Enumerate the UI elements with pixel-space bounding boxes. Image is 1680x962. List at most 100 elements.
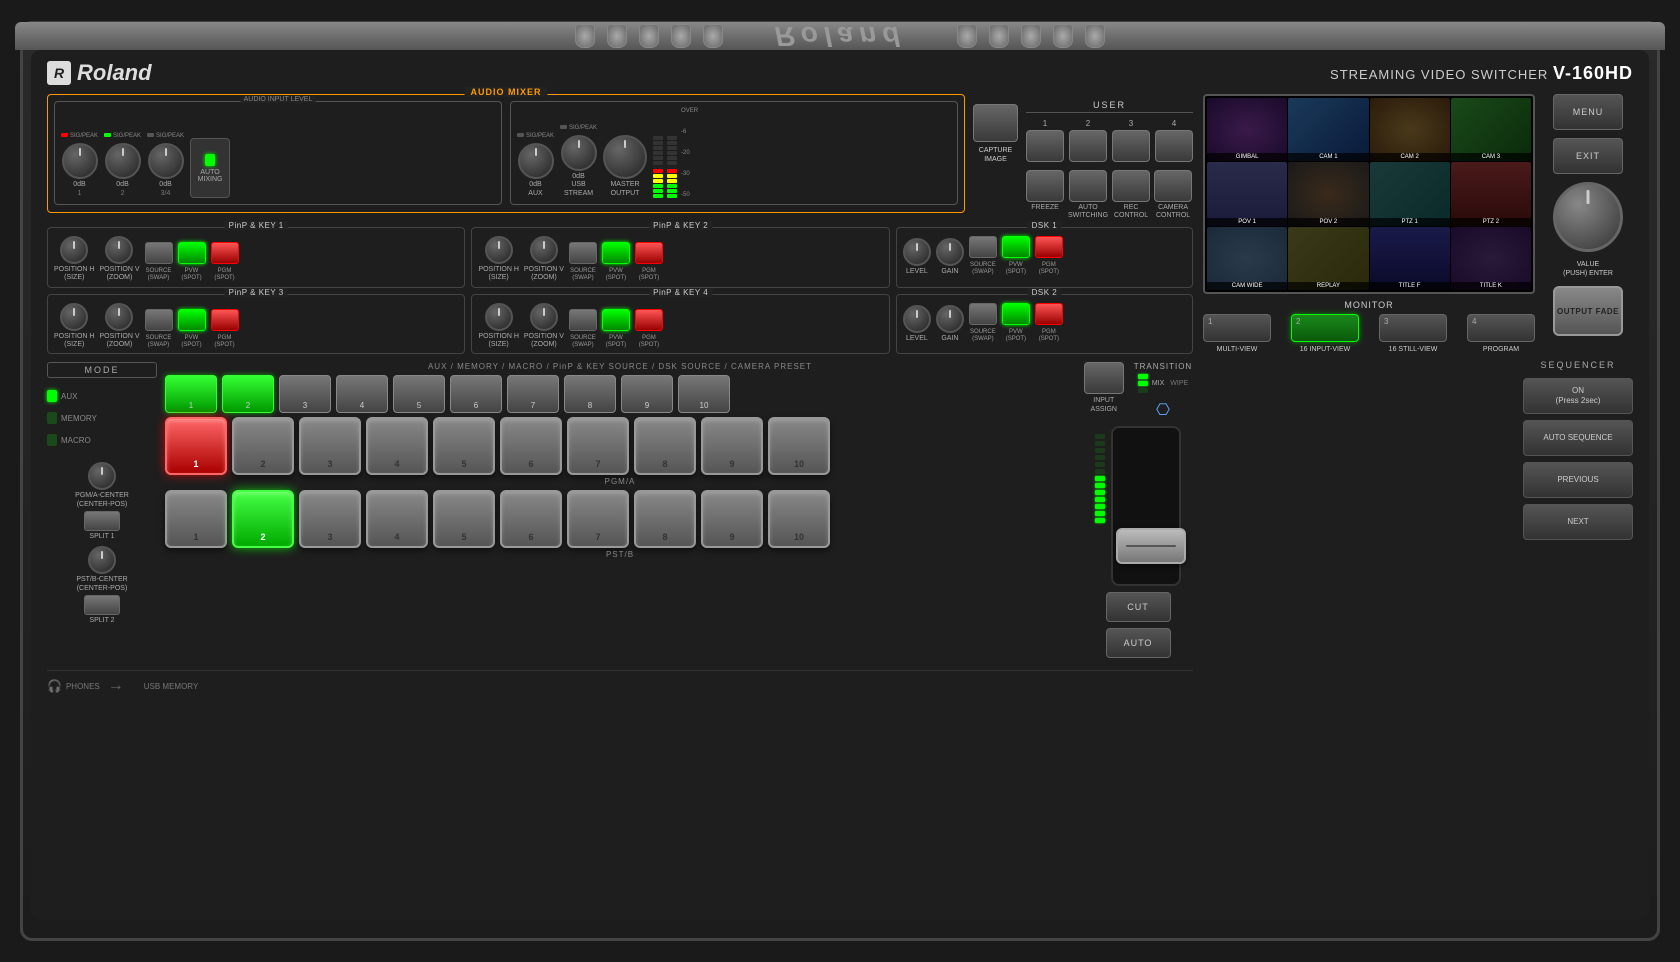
pinp1-source-button[interactable] xyxy=(145,242,173,264)
pgma-btn-4[interactable]: 4 xyxy=(366,417,428,475)
pgma-btn-6[interactable]: 6 xyxy=(500,417,562,475)
usb-stream-knob[interactable] xyxy=(561,135,597,171)
auto-switching-button[interactable] xyxy=(1069,170,1107,202)
pstb-btn-9[interactable]: 9 xyxy=(701,490,763,548)
pstb-btn-8[interactable]: 8 xyxy=(634,490,696,548)
pinp4-pgm-button[interactable] xyxy=(635,309,663,331)
pinp4-position-v-knob[interactable] xyxy=(530,303,558,331)
pstb-btn-3[interactable]: 3 xyxy=(299,490,361,548)
channel-2-knob[interactable] xyxy=(105,143,141,179)
pgma-btn-9[interactable]: 9 xyxy=(701,417,763,475)
pinp1-pvw-button[interactable] xyxy=(178,242,206,264)
previous-button[interactable]: PREVIOUS xyxy=(1523,462,1633,498)
pstb-center-knob[interactable] xyxy=(88,546,116,574)
dsk2-gain-knob[interactable] xyxy=(936,305,964,333)
matrix-btn-aux-7[interactable]: 7 xyxy=(507,375,559,413)
monitor-button-3[interactable]: 3 xyxy=(1379,314,1447,342)
matrix-btn-aux-2[interactable]: 2 xyxy=(222,375,274,413)
pinp1-position-v-knob[interactable] xyxy=(105,236,133,264)
aux-knob[interactable] xyxy=(518,143,554,179)
pgma-btn-3[interactable]: 3 xyxy=(299,417,361,475)
matrix-btn-aux-8[interactable]: 8 xyxy=(564,375,616,413)
pstb-btn-10[interactable]: 10 xyxy=(768,490,830,548)
pinp2-pvw-button[interactable] xyxy=(602,242,630,264)
pinp3-pvw-button[interactable] xyxy=(178,309,206,331)
dsk2-pgm-button[interactable] xyxy=(1035,303,1063,325)
pgma-btn-7[interactable]: 7 xyxy=(567,417,629,475)
dsk1-pvw-button[interactable] xyxy=(1002,236,1030,258)
dsk1-pgm-button[interactable] xyxy=(1035,236,1063,258)
matrix-btn-aux-9[interactable]: 9 xyxy=(621,375,673,413)
menu-button[interactable]: MENU xyxy=(1553,94,1623,130)
pstb-btn-4[interactable]: 4 xyxy=(366,490,428,548)
pstb-btn-6[interactable]: 6 xyxy=(500,490,562,548)
matrix-btn-aux-10[interactable]: 10 xyxy=(678,375,730,413)
exit-button[interactable]: EXIT xyxy=(1553,138,1623,174)
user-button-1[interactable] xyxy=(1026,130,1064,162)
channel-34-knob[interactable] xyxy=(148,143,184,179)
pgma-center-knob[interactable] xyxy=(88,462,116,490)
camera-control-button[interactable] xyxy=(1154,170,1192,202)
dsk2-source-button[interactable] xyxy=(969,303,997,325)
pinp4-source-button[interactable] xyxy=(569,309,597,331)
split-2-button[interactable] xyxy=(84,595,120,615)
pinp2-position-h-knob[interactable] xyxy=(485,236,513,264)
pgma-btn-1[interactable]: 1 xyxy=(165,417,227,475)
dsk2-level-knob[interactable] xyxy=(903,305,931,333)
channel-1-knob[interactable] xyxy=(62,143,98,179)
matrix-btn-aux-1[interactable]: 1 xyxy=(165,375,217,413)
pinp2-pgm-button[interactable] xyxy=(635,242,663,264)
tbar-fader[interactable] xyxy=(1111,426,1181,586)
dsk-2: DSK 2 LEVEL GAIN xyxy=(896,294,1193,355)
monitor-button-2[interactable]: 2 xyxy=(1291,314,1359,342)
dsk1-gain-knob[interactable] xyxy=(936,238,964,266)
matrix-btn-aux-4[interactable]: 4 xyxy=(336,375,388,413)
pgma-btn-10[interactable]: 10 xyxy=(768,417,830,475)
pinp2-source-button[interactable] xyxy=(569,242,597,264)
pstb-btn-1[interactable]: 1 xyxy=(165,490,227,548)
pinp4-pvw-button[interactable] xyxy=(602,309,630,331)
auto-sequence-button[interactable]: AUTO SEQUENCE xyxy=(1523,420,1633,456)
capture-image-button[interactable] xyxy=(973,104,1018,142)
split-1-button[interactable] xyxy=(84,511,120,531)
matrix-btn-aux-3[interactable]: 3 xyxy=(279,375,331,413)
pinp1-position-h-knob[interactable] xyxy=(60,236,88,264)
pgma-btn-5[interactable]: 5 xyxy=(433,417,495,475)
vu-seg xyxy=(667,156,677,160)
rec-control-button[interactable] xyxy=(1112,170,1150,202)
value-knob[interactable] xyxy=(1553,182,1623,252)
pinp3-pgm-button[interactable] xyxy=(211,309,239,331)
pinp3-position-h-knob[interactable] xyxy=(60,303,88,331)
pstb-btn-2[interactable]: 2 xyxy=(232,490,294,548)
pstb-btn-5[interactable]: 5 xyxy=(433,490,495,548)
preview-label-titlek: TITLE K xyxy=(1451,282,1531,290)
dsk2-pvw-button[interactable] xyxy=(1002,303,1030,325)
next-button[interactable]: NEXT xyxy=(1523,504,1633,540)
tbar-handle[interactable] xyxy=(1116,528,1186,564)
pinp2-position-v-knob[interactable] xyxy=(530,236,558,264)
output-fade-button[interactable]: OUTPUT FADE xyxy=(1553,286,1623,336)
matrix-btn-aux-5[interactable]: 5 xyxy=(393,375,445,413)
auto-mixing-button[interactable]: AUTOMIXING xyxy=(190,138,230,198)
pinp4-position-h-knob[interactable] xyxy=(485,303,513,331)
pstb-btn-7[interactable]: 7 xyxy=(567,490,629,548)
pinp3-source-button[interactable] xyxy=(145,309,173,331)
user-button-2[interactable] xyxy=(1069,130,1107,162)
user-button-4[interactable] xyxy=(1155,130,1193,162)
pinp1-pgm-button[interactable] xyxy=(211,242,239,264)
input-assign-button[interactable] xyxy=(1084,362,1124,394)
master-output-knob[interactable] xyxy=(603,135,647,179)
pgma-btn-2[interactable]: 2 xyxy=(232,417,294,475)
auto-button[interactable]: AUTO xyxy=(1106,628,1171,658)
cut-button[interactable]: CUT xyxy=(1106,592,1171,622)
matrix-btn-aux-6[interactable]: 6 xyxy=(450,375,502,413)
monitor-button-4[interactable]: 4 xyxy=(1467,314,1535,342)
pgma-btn-8[interactable]: 8 xyxy=(634,417,696,475)
user-button-3[interactable] xyxy=(1112,130,1150,162)
dsk1-level-knob[interactable] xyxy=(903,238,931,266)
monitor-button-1[interactable]: 1 xyxy=(1203,314,1271,342)
freeze-button[interactable] xyxy=(1026,170,1064,202)
dsk1-source-button[interactable] xyxy=(969,236,997,258)
sequencer-on-button[interactable]: ON(Press 2sec) xyxy=(1523,378,1633,414)
pinp3-position-v-knob[interactable] xyxy=(105,303,133,331)
